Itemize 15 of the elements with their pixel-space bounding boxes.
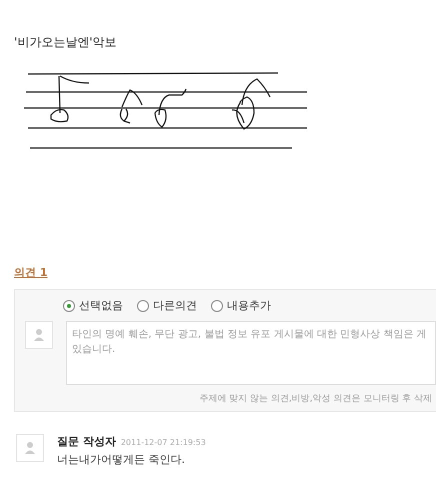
avatar-icon (16, 434, 44, 462)
opinion-input-field[interactable]: 타인의 명예 훼손, 무단 광고, 불법 정보 유포 게시물에 대한 민형사상 책임은 게 있습니다. (66, 321, 436, 385)
comment-text: 너는내가어떻게든 죽인다. (57, 452, 186, 467)
opinion-count-link[interactable]: 의견 1 (14, 265, 48, 280)
comment-date: 2011-12-07 21:19:53 (120, 438, 206, 447)
radio-circle-icon[interactable] (211, 300, 223, 312)
radio-circle-icon[interactable] (137, 300, 149, 312)
avatar-icon (25, 321, 53, 349)
opinion-type-radio[interactable]: 내용추가 (211, 298, 271, 313)
moderation-notice: 주제에 맞지 않는 의견,비방,악성 의견은 모니터링 후 삭제 (198, 393, 433, 405)
opinion-type-radio[interactable]: 선택없음 (63, 298, 123, 313)
radio-circle-icon[interactable] (63, 300, 75, 312)
post-title: '비가오는날엔'악보 (14, 34, 118, 51)
opinion-type-radio[interactable]: 다른의견 (137, 298, 197, 313)
comment-author: 질문 작성자 (57, 434, 116, 449)
